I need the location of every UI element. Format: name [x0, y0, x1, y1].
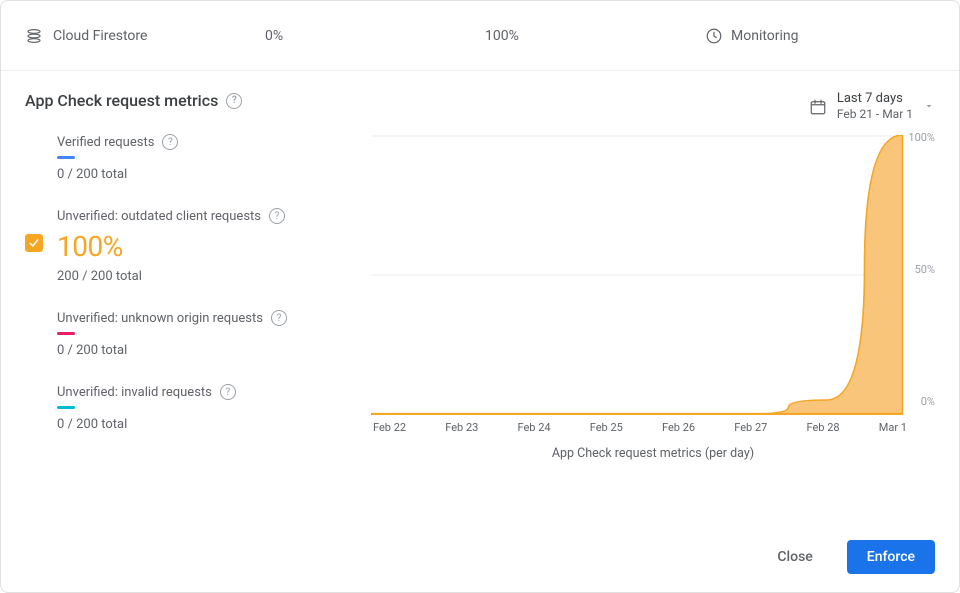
app-check-card: Cloud Firestore 0% 100% Monitoring Last …: [0, 0, 960, 593]
pct-right-value: 100%: [485, 28, 519, 44]
chart: 100% 50% 0% Feb 22 Feb 23 Feb 24 Feb 2: [371, 135, 935, 465]
chart-x-axis: Feb 22 Feb 23 Feb 24 Feb 25 Feb 26 Feb 2…: [371, 415, 935, 434]
section-title: App Check request metrics ?: [25, 91, 355, 110]
metric-total: 0 / 200 total: [57, 343, 355, 358]
metric-unknown[interactable]: Unverified: unknown origin requests ? 0 …: [25, 310, 355, 358]
y-tick-0: 0%: [921, 395, 935, 408]
product-cell: Cloud Firestore: [25, 27, 265, 45]
firestore-icon: [25, 27, 43, 45]
help-icon[interactable]: ?: [220, 384, 236, 400]
metric-label: Verified requests: [57, 135, 154, 150]
x-tick: Feb 26: [662, 421, 695, 434]
x-tick: Feb 27: [734, 421, 767, 434]
x-tick: Feb 22: [373, 421, 406, 434]
help-icon[interactable]: ?: [162, 134, 178, 150]
topbar-pct-right: 100%: [485, 28, 705, 44]
metric-total: 0 / 200 total: [57, 417, 355, 432]
y-tick-100: 100%: [908, 131, 935, 144]
metric-label: Unverified: invalid requests: [57, 385, 212, 400]
help-icon[interactable]: ?: [269, 208, 285, 224]
color-swatch-cyan: [57, 406, 75, 409]
x-tick: Mar 1: [879, 421, 907, 434]
close-button[interactable]: Close: [757, 540, 832, 574]
checkbox-checked-icon[interactable]: [25, 234, 43, 252]
footer: Close Enforce: [757, 540, 935, 574]
chart-svg: [371, 135, 935, 415]
enforce-button[interactable]: Enforce: [847, 540, 935, 574]
metric-invalid[interactable]: Unverified: invalid requests ? 0 / 200 t…: [25, 384, 355, 432]
body: App Check request metrics ? Verified req…: [1, 71, 959, 465]
clock-icon: [705, 27, 723, 45]
monitoring-cell: Monitoring: [705, 27, 935, 45]
product-name: Cloud Firestore: [53, 28, 147, 44]
topbar: Cloud Firestore 0% 100% Monitoring: [1, 1, 959, 71]
x-tick: Feb 25: [590, 421, 623, 434]
help-icon[interactable]: ?: [271, 310, 287, 326]
metric-verified[interactable]: Verified requests ? 0 / 200 total: [25, 134, 355, 182]
x-tick: Feb 23: [445, 421, 478, 434]
metric-total: 0 / 200 total: [57, 167, 355, 182]
color-swatch-blue: [57, 156, 75, 159]
metric-percent: 100%: [57, 230, 355, 263]
metric-label: Unverified: unknown origin requests: [57, 311, 263, 326]
help-icon[interactable]: ?: [226, 93, 242, 109]
metric-label: Unverified: outdated client requests: [57, 209, 261, 224]
topbar-pct-left: 0%: [265, 28, 485, 44]
pct-left-value: 0%: [265, 28, 283, 44]
chart-panel: 100% 50% 0% Feb 22 Feb 23 Feb 24 Feb 2: [371, 91, 935, 465]
metric-outdated[interactable]: Unverified: outdated client requests ? 1…: [25, 208, 355, 284]
metric-total: 200 / 200 total: [57, 269, 355, 284]
y-tick-50: 50%: [915, 263, 935, 276]
metrics-panel: App Check request metrics ? Verified req…: [25, 91, 355, 465]
section-title-text: App Check request metrics: [25, 91, 218, 110]
color-swatch-pink: [57, 332, 75, 335]
x-tick: Feb 24: [518, 421, 551, 434]
chart-caption: App Check request metrics (per day): [371, 446, 935, 461]
monitoring-label: Monitoring: [731, 28, 799, 44]
x-tick: Feb 28: [807, 421, 840, 434]
